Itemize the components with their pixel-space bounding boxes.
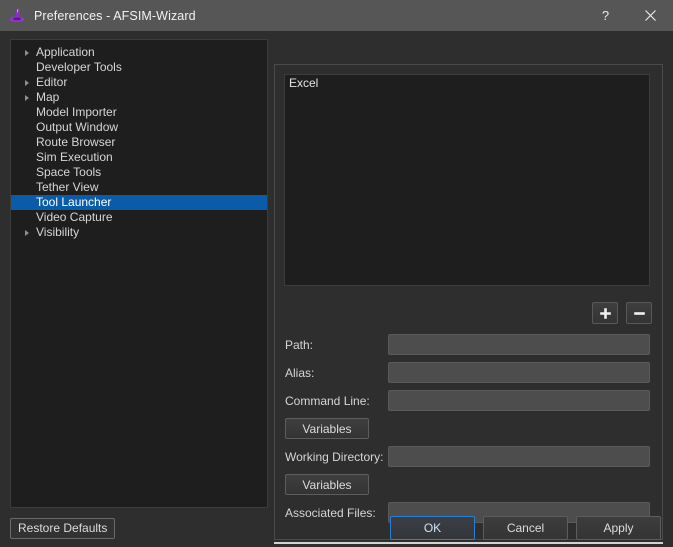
command-variables-row: Variables: [275, 417, 662, 440]
sidebar-item-route-browser[interactable]: Route Browser: [11, 135, 267, 150]
sidebar-item-label: Tool Launcher: [36, 195, 112, 209]
chevron-right-icon[interactable]: [19, 229, 35, 237]
alias-row: Alias:: [275, 361, 662, 384]
alias-input[interactable]: [388, 362, 650, 383]
restore-defaults-button[interactable]: Restore Defaults: [10, 517, 116, 539]
ok-button[interactable]: OK: [390, 516, 475, 540]
list-item[interactable]: Excel: [285, 75, 649, 91]
command-variables-button[interactable]: Variables: [285, 418, 369, 439]
command-line-label: Command Line:: [285, 393, 370, 408]
tool-launcher-settings-panel: Excel Path: Alias: Command Line: Variabl…: [274, 64, 663, 540]
working-variables-button[interactable]: Variables: [285, 474, 369, 495]
sidebar-item-application[interactable]: Application: [11, 45, 267, 60]
remove-tool-button[interactable]: [626, 302, 652, 324]
cancel-button[interactable]: Cancel: [483, 516, 568, 540]
chevron-right-icon[interactable]: [19, 79, 35, 87]
sidebar-item-developer-tools[interactable]: Developer Tools: [11, 60, 267, 75]
sidebar-item-label: Output Window: [36, 120, 119, 134]
sidebar-item-label: Editor: [36, 75, 68, 89]
close-button[interactable]: [628, 0, 673, 31]
sidebar-item-output-window[interactable]: Output Window: [11, 120, 267, 135]
path-input[interactable]: [388, 334, 650, 355]
plus-icon: [599, 307, 611, 319]
working-directory-input[interactable]: [388, 446, 650, 467]
window-title: Preferences - AFSIM-Wizard: [34, 8, 196, 23]
dialog-body: Application Developer Tools Editor Map M…: [0, 31, 673, 547]
chevron-right-icon[interactable]: [19, 49, 35, 57]
sidebar-item-label: Developer Tools: [36, 60, 122, 74]
command-line-row: Command Line:: [275, 389, 662, 412]
tool-properties-form: Path: Alias: Command Line: Variables Wor…: [275, 333, 662, 529]
path-label: Path:: [285, 337, 314, 352]
dialog-footer: Restore Defaults OK Cancel Apply: [0, 509, 673, 547]
sidebar-item-visibility[interactable]: Visibility: [11, 225, 267, 240]
path-row: Path:: [275, 333, 662, 356]
sidebar-item-label: Video Capture: [36, 210, 113, 224]
close-icon: [645, 10, 656, 21]
sidebar-item-map[interactable]: Map: [11, 90, 267, 105]
sidebar-item-label: Application: [36, 45, 95, 59]
alias-label: Alias:: [285, 365, 315, 380]
preferences-dialog: Preferences - AFSIM-Wizard ? Application…: [0, 0, 673, 547]
sidebar-item-space-tools[interactable]: Space Tools: [11, 165, 267, 180]
wizard-hat-icon: [9, 8, 25, 22]
settings-content: Excel Path: Alias: Command Line: Variabl…: [275, 65, 662, 539]
command-line-input[interactable]: [388, 390, 650, 411]
working-directory-row: Working Directory:: [275, 445, 662, 468]
sidebar-item-model-importer[interactable]: Model Importer: [11, 105, 267, 120]
sidebar-item-tether-view[interactable]: Tether View: [11, 180, 267, 195]
sidebar-item-label: Sim Execution: [36, 150, 113, 164]
sidebar-item-label: Map: [36, 90, 60, 104]
sidebar-item-label: Model Importer: [36, 105, 117, 119]
sidebar-item-tool-launcher[interactable]: Tool Launcher: [11, 195, 267, 210]
tool-list-actions: [592, 302, 652, 324]
working-directory-label: Working Directory:: [285, 449, 384, 464]
sidebar-item-label: Tether View: [36, 180, 99, 194]
minus-icon: [633, 311, 645, 315]
sidebar-item-label: Space Tools: [36, 165, 102, 179]
sidebar-item-label: Route Browser: [36, 135, 116, 149]
tool-list[interactable]: Excel: [284, 74, 650, 286]
title-bar: Preferences - AFSIM-Wizard ?: [0, 0, 673, 31]
add-tool-button[interactable]: [592, 302, 618, 324]
apply-button[interactable]: Apply: [576, 516, 661, 540]
working-variables-row: Variables: [275, 473, 662, 496]
sidebar-item-editor[interactable]: Editor: [11, 75, 267, 90]
sidebar-item-video-capture[interactable]: Video Capture: [11, 210, 267, 225]
help-button[interactable]: ?: [583, 0, 628, 31]
sidebar-item-label: Visibility: [36, 225, 80, 239]
sidebar-item-sim-execution[interactable]: Sim Execution: [11, 150, 267, 165]
chevron-right-icon[interactable]: [19, 94, 35, 102]
preferences-category-tree[interactable]: Application Developer Tools Editor Map M…: [10, 39, 268, 508]
